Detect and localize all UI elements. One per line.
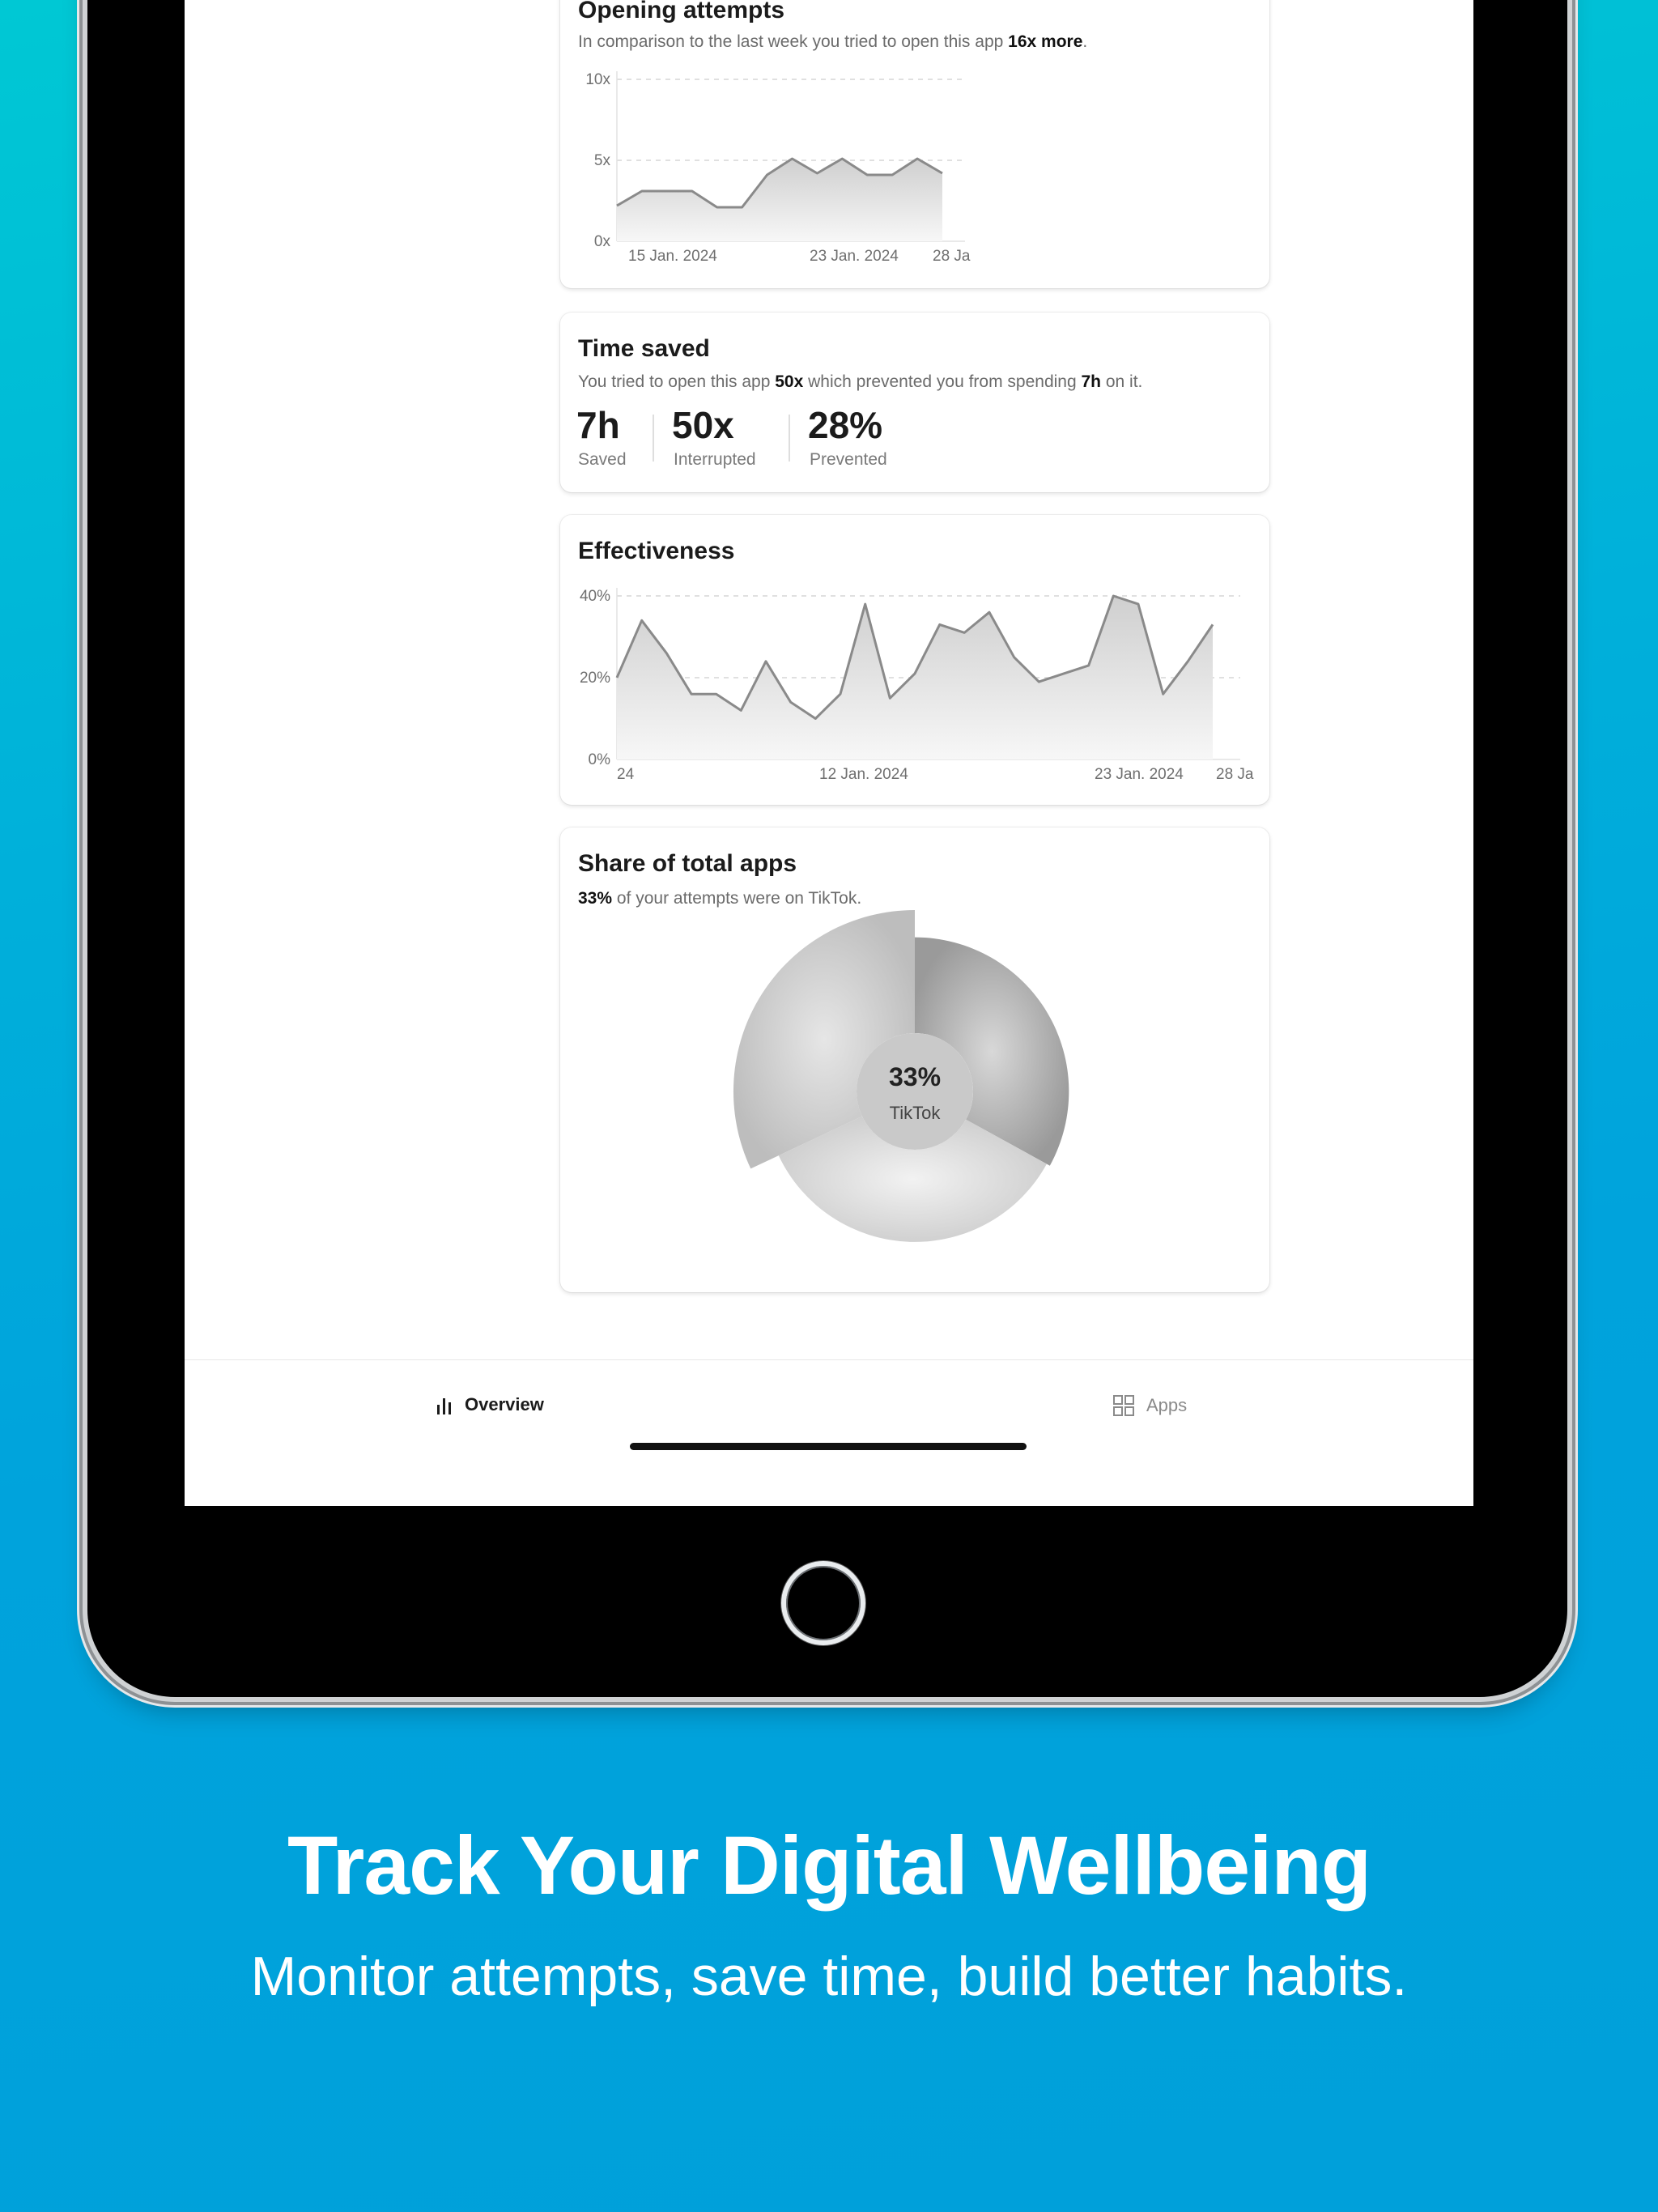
time-saved-title: Time saved bbox=[578, 335, 710, 362]
stat-saved-label: Saved bbox=[578, 450, 627, 469]
subtitle-text: which prevented you from spending bbox=[803, 372, 1082, 391]
stat-divider bbox=[653, 415, 654, 462]
ipad-frame: Opening attempts In comparison to the la… bbox=[87, 0, 1567, 1697]
marketing-headline: Track Your Digital Wellbeing bbox=[287, 1819, 1371, 1912]
subtitle-highlight: 7h bbox=[1081, 372, 1102, 391]
x-tick-label: 28 Ja bbox=[1216, 766, 1254, 783]
x-tick-label: 15 Jan. 2024 bbox=[628, 248, 717, 265]
effectiveness-card: Effectiveness 40% 20% 0% 24 12 Jan. 2024 23 J… bbox=[560, 515, 1269, 805]
x-tick-label: 23 Jan. 2024 bbox=[1095, 766, 1184, 783]
stat-divider bbox=[789, 415, 790, 462]
stat-saved-value: 7h bbox=[576, 404, 620, 446]
y-tick-label: 40% bbox=[580, 588, 610, 605]
share-pie-chart bbox=[733, 910, 1069, 1242]
x-tick-label: 23 Jan. 2024 bbox=[810, 248, 899, 265]
home-button[interactable] bbox=[781, 1561, 865, 1645]
grid-icon bbox=[1113, 1395, 1134, 1416]
opening-attempts-card: Opening attempts In comparison to the la… bbox=[560, 0, 1269, 288]
share-center-label: TikTok bbox=[889, 1103, 941, 1123]
home-indicator bbox=[630, 1443, 1027, 1450]
x-tick-label: 24 bbox=[617, 766, 635, 783]
stat-prevented-value: 28% bbox=[808, 404, 883, 446]
app-screen: Opening attempts In comparison to the la… bbox=[185, 0, 1473, 1506]
stat-prevented-label: Prevented bbox=[810, 450, 887, 469]
subtitle-text: You tried to open this app bbox=[578, 372, 776, 391]
bar-chart-icon bbox=[437, 1398, 451, 1414]
subtitle-end: on it. bbox=[1101, 372, 1143, 391]
time-saved-card: Time saved You tried to open this app 50… bbox=[560, 313, 1269, 492]
y-tick-label: 0% bbox=[589, 751, 611, 768]
y-tick-label: 5x bbox=[594, 152, 611, 169]
stat-interrupted-value: 50x bbox=[672, 404, 734, 446]
area-fill bbox=[617, 159, 942, 241]
time-saved-subtitle: You tried to open this app 50x which pre… bbox=[578, 372, 1142, 392]
tab-apps[interactable]: Apps bbox=[1112, 1394, 1187, 1417]
tab-overview[interactable]: Overview bbox=[436, 1394, 544, 1415]
effectiveness-chart: 40% 20% 0% 24 12 Jan. 2024 23 Jan. 2024 28 Ja bbox=[580, 588, 1254, 783]
share-center-value: 33% bbox=[888, 1062, 942, 1091]
y-tick-label: 10x bbox=[585, 71, 610, 88]
opening-attempts-chart: 10x 5x 0x 15 Jan. 2024 23 Jan. 2024 28 Ja bbox=[585, 71, 971, 265]
tab-overview-label: Overview bbox=[465, 1394, 544, 1414]
y-tick-label: 20% bbox=[580, 670, 610, 687]
x-tick-label: 12 Jan. 2024 bbox=[819, 766, 908, 783]
tab-apps-label: Apps bbox=[1146, 1395, 1188, 1415]
marketing-subline: Monitor attempts, save time, build bette… bbox=[250, 1946, 1408, 2007]
share-card: Share of total apps 33% of your attempts… bbox=[560, 827, 1269, 1292]
y-tick-label: 0x bbox=[594, 233, 611, 250]
stat-interrupted-label: Interrupted bbox=[674, 450, 756, 469]
x-tick-label: 28 Ja bbox=[933, 248, 971, 265]
subtitle-highlight: 50x bbox=[775, 372, 804, 391]
